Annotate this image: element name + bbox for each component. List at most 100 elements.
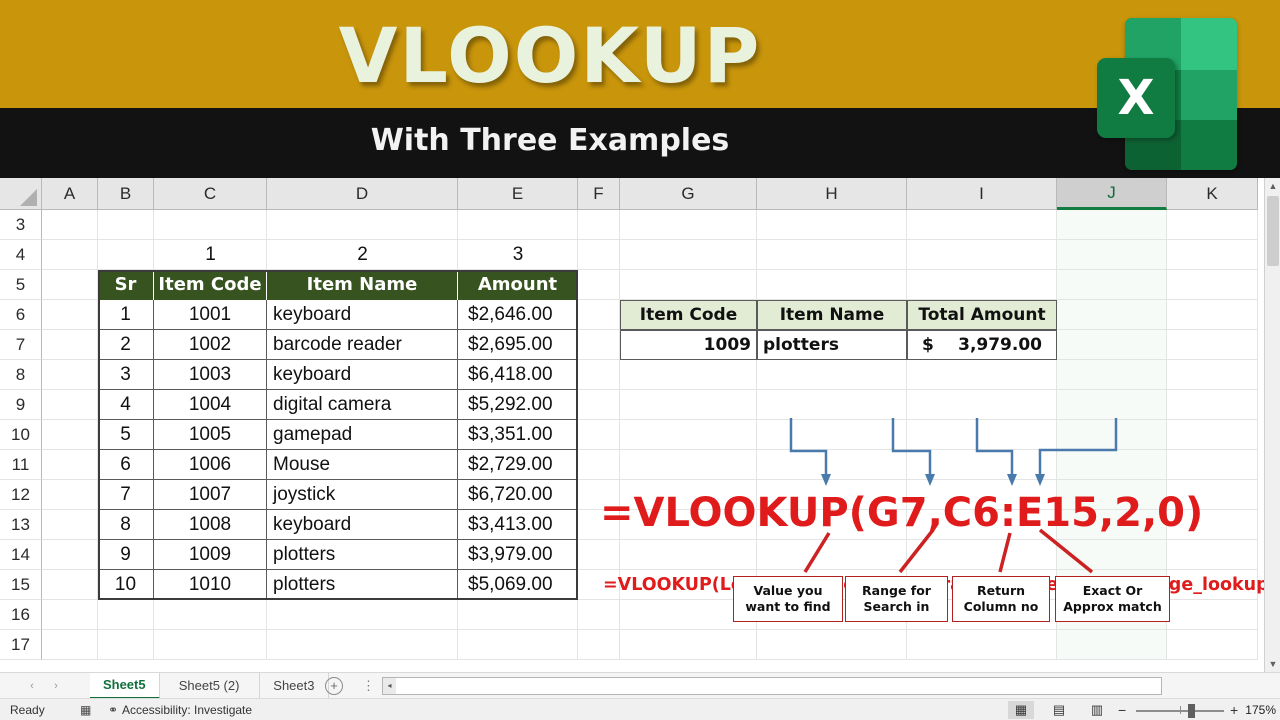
- cell-K11[interactable]: [1167, 450, 1258, 480]
- horizontal-scrollbar[interactable]: ◂: [382, 677, 1162, 695]
- cell-D16[interactable]: [267, 600, 458, 630]
- cell-H8[interactable]: [757, 360, 907, 390]
- cell-J9[interactable]: [1057, 390, 1167, 420]
- cell-A4[interactable]: [42, 240, 98, 270]
- zoom-level-label[interactable]: 175%: [1240, 703, 1276, 718]
- lookup-result-amount-cell[interactable]: $3,979.00: [907, 330, 1057, 360]
- cell-G9[interactable]: [620, 390, 757, 420]
- cell-A10[interactable]: [42, 420, 98, 450]
- cell-G10[interactable]: [620, 420, 757, 450]
- cell-I3[interactable]: [907, 210, 1057, 240]
- row-header-12[interactable]: 12: [0, 480, 42, 510]
- cell-H17[interactable]: [757, 630, 907, 660]
- row-header-10[interactable]: 10: [0, 420, 42, 450]
- cell-D17[interactable]: [267, 630, 458, 660]
- cell-J5[interactable]: [1057, 270, 1167, 300]
- cell-J11[interactable]: [1057, 450, 1167, 480]
- cell-F9[interactable]: [578, 390, 620, 420]
- spreadsheet-grid[interactable]: ABCDEFGHIJK 3 4 5 6 7 8 9 10 11 12 13 14 15 16 17 123 …: [0, 178, 1280, 672]
- page-layout-view-icon[interactable]: ▤: [1046, 701, 1072, 719]
- cell-J7[interactable]: [1057, 330, 1167, 360]
- lookup-result-name-cell[interactable]: plotters: [757, 330, 907, 360]
- select-all-corner[interactable]: [0, 178, 42, 210]
- cell-A9[interactable]: [42, 390, 98, 420]
- cell-K9[interactable]: [1167, 390, 1258, 420]
- cell-J6[interactable]: [1057, 300, 1167, 330]
- cell-A14[interactable]: [42, 540, 98, 570]
- cell-I8[interactable]: [907, 360, 1057, 390]
- accessibility-status[interactable]: Accessibility: Investigate: [122, 702, 252, 718]
- cell-H14[interactable]: [757, 540, 907, 570]
- cell-F14[interactable]: [578, 540, 620, 570]
- cell-F11[interactable]: [578, 450, 620, 480]
- lookup-value-cell[interactable]: 1009: [620, 330, 757, 360]
- row-header-16[interactable]: 16: [0, 600, 42, 630]
- add-sheet-button[interactable]: +: [325, 677, 343, 695]
- cell-K10[interactable]: [1167, 420, 1258, 450]
- cell-G8[interactable]: [620, 360, 757, 390]
- cell-J17[interactable]: [1057, 630, 1167, 660]
- cell-J4[interactable]: [1057, 240, 1167, 270]
- column-header-d[interactable]: D: [267, 178, 458, 210]
- zoom-out-button[interactable]: −: [1118, 702, 1126, 718]
- cell-B3[interactable]: [98, 210, 154, 240]
- cell-G11[interactable]: [620, 450, 757, 480]
- cell-F3[interactable]: [578, 210, 620, 240]
- cell-A6[interactable]: [42, 300, 98, 330]
- row-header-6[interactable]: 6: [0, 300, 42, 330]
- cell-K6[interactable]: [1167, 300, 1258, 330]
- column-header-b[interactable]: B: [98, 178, 154, 210]
- cell-H3[interactable]: [757, 210, 907, 240]
- cell-A13[interactable]: [42, 510, 98, 540]
- cell-K14[interactable]: [1167, 540, 1258, 570]
- cell-A17[interactable]: [42, 630, 98, 660]
- column-header-h[interactable]: H: [757, 178, 907, 210]
- cell-F6[interactable]: [578, 300, 620, 330]
- vertical-scrollbar[interactable]: ▲ ▼: [1264, 178, 1280, 672]
- vertical-scrollbar-thumb[interactable]: [1267, 196, 1279, 266]
- scroll-up-icon[interactable]: ▲: [1265, 178, 1280, 194]
- cell-I17[interactable]: [907, 630, 1057, 660]
- cell-F7[interactable]: [578, 330, 620, 360]
- cell-C3[interactable]: [154, 210, 267, 240]
- cell-I5[interactable]: [907, 270, 1057, 300]
- cell-K3[interactable]: [1167, 210, 1258, 240]
- cell-A7[interactable]: [42, 330, 98, 360]
- row-header-15[interactable]: 15: [0, 570, 42, 600]
- cell-F16[interactable]: [578, 600, 620, 630]
- cell-I10[interactable]: [907, 420, 1057, 450]
- cell-E16[interactable]: [458, 600, 578, 630]
- page-break-view-icon[interactable]: ▥: [1084, 701, 1110, 719]
- cell-I9[interactable]: [907, 390, 1057, 420]
- cell-K17[interactable]: [1167, 630, 1258, 660]
- cell-F5[interactable]: [578, 270, 620, 300]
- column-header-i[interactable]: I: [907, 178, 1057, 210]
- column-header-j[interactable]: J: [1057, 178, 1167, 210]
- zoom-slider-thumb[interactable]: [1188, 704, 1195, 718]
- row-header-3[interactable]: 3: [0, 210, 42, 240]
- normal-view-icon[interactable]: ▦: [1008, 701, 1034, 719]
- cell-F17[interactable]: [578, 630, 620, 660]
- cell-K5[interactable]: [1167, 270, 1258, 300]
- tab-overflow-icon[interactable]: ⋮: [362, 677, 375, 695]
- row-header-11[interactable]: 11: [0, 450, 42, 480]
- row-header-9[interactable]: 9: [0, 390, 42, 420]
- column-header-a[interactable]: A: [42, 178, 98, 210]
- sheet-tab-sheet5-2[interactable]: Sheet5 (2): [160, 673, 260, 699]
- cell-A11[interactable]: [42, 450, 98, 480]
- row-header-7[interactable]: 7: [0, 330, 42, 360]
- cell-A8[interactable]: [42, 360, 98, 390]
- cell-F10[interactable]: [578, 420, 620, 450]
- sheet-tab-sheet3[interactable]: Sheet3: [260, 673, 330, 699]
- zoom-in-button[interactable]: +: [1230, 702, 1238, 718]
- cell-K7[interactable]: [1167, 330, 1258, 360]
- cell-B16[interactable]: [98, 600, 154, 630]
- cell-K16[interactable]: [1167, 600, 1258, 630]
- cell-J3[interactable]: [1057, 210, 1167, 240]
- cell-E17[interactable]: [458, 630, 578, 660]
- row-header-14[interactable]: 14: [0, 540, 42, 570]
- cell-K4[interactable]: [1167, 240, 1258, 270]
- cell-G5[interactable]: [620, 270, 757, 300]
- column-header-c[interactable]: C: [154, 178, 267, 210]
- cell-H11[interactable]: [757, 450, 907, 480]
